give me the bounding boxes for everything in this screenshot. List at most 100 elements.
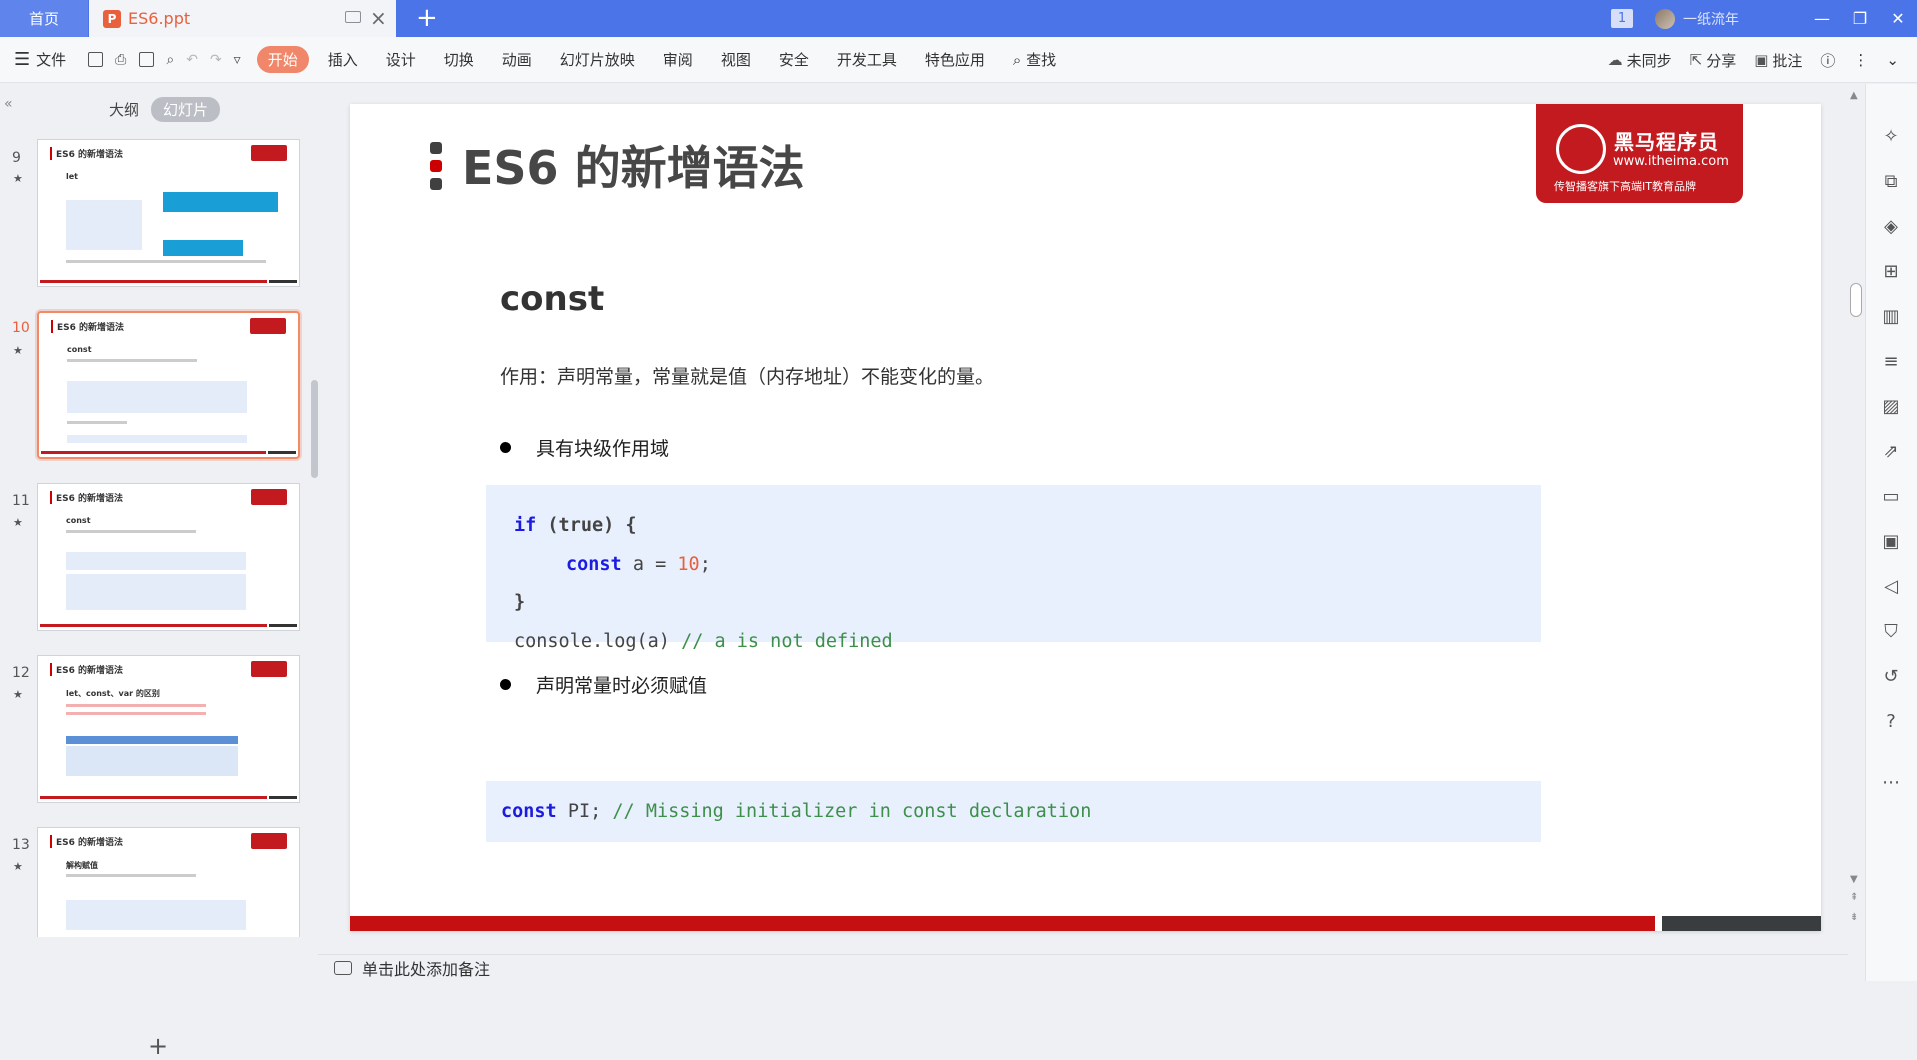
tab-developer[interactable]: 开发工具 (837, 49, 897, 70)
find-button[interactable]: ⌕ 查找 (1013, 49, 1056, 70)
slide-thumbnail-10[interactable]: ES6 的新增语法 const (37, 311, 300, 459)
minimize-button[interactable]: — (1803, 9, 1841, 28)
chevron-down-icon[interactable]: ⌄ (1886, 51, 1899, 69)
title-bar: 首页 P ES6.ppt × + 1 一纸流年 — ❐ ✕ (0, 0, 1917, 37)
slide-canvas[interactable]: ES6 的新增语法 黑马程序员 www.itheima.com 传智播客旗下高端… (350, 104, 1821, 931)
avatar[interactable] (1655, 8, 1675, 29)
archive-icon[interactable]: ▭ (1880, 486, 1902, 508)
bullet-item[interactable]: 具有块级作用域 (500, 434, 669, 461)
thumb-footer-bar (40, 624, 267, 627)
bullet-item[interactable]: 声明常量时必须赋值 (500, 671, 707, 698)
print-icon[interactable] (139, 52, 155, 67)
slide-number: 10 (12, 320, 30, 336)
new-tab-button[interactable]: + (416, 3, 438, 33)
panel-scrollbar[interactable] (311, 380, 318, 478)
description-text[interactable]: 作用：声明常量，常量就是值（内存地址）不能变化的量。 (500, 362, 994, 389)
scroll-thumb[interactable] (1850, 283, 1862, 317)
tab-features[interactable]: 特色应用 (925, 49, 985, 70)
scroll-up-icon[interactable]: ▲ (1850, 90, 1858, 101)
redo-icon[interactable]: ↷ (210, 52, 222, 68)
more-dots-icon[interactable]: ⋯ (1880, 772, 1902, 794)
thumb-diagram (163, 240, 243, 256)
settings-sliders-icon[interactable]: ≡ (1880, 351, 1902, 373)
tab-insert[interactable]: 插入 (328, 49, 358, 70)
close-tab-icon[interactable]: × (370, 6, 387, 30)
share-button[interactable]: ⇱ 分享 (1690, 50, 1737, 71)
username[interactable]: 一纸流年 (1683, 9, 1739, 29)
thumb-footer-bar (269, 796, 297, 799)
thumb-footer-bar (41, 451, 266, 454)
tab-outline[interactable]: 大纲 (97, 97, 151, 122)
tab-transition[interactable]: 切换 (444, 49, 474, 70)
export-icon[interactable]: ⇗ (1880, 441, 1902, 463)
restore-button[interactable]: ❐ (1841, 9, 1879, 28)
slide-title[interactable]: ES6 的新增语法 (462, 132, 805, 198)
slide-thumbnail-12[interactable]: ES6 的新增语法 let、const、var 的区别 (37, 655, 300, 803)
section-title[interactable]: const (500, 279, 604, 319)
thumb-code-block (66, 900, 246, 930)
titlebar-right: 1 一纸流年 — ❐ ✕ (1611, 0, 1917, 37)
code-line: const a = 10; (566, 553, 711, 575)
thumb-title: ES6 的新增语法 (50, 663, 123, 676)
shield-icon[interactable]: ⛉ (1880, 621, 1902, 643)
image-library-icon[interactable]: ▨ (1880, 396, 1902, 418)
print-preview-icon[interactable]: ⎙ (115, 52, 126, 68)
thumb-code-block (67, 381, 247, 413)
slide-thumbnail-13[interactable]: ES6 的新增语法 解构赋值 (37, 827, 300, 937)
sync-button[interactable]: ☁ 未同步 (1608, 50, 1672, 71)
page-badge[interactable]: 1 (1611, 9, 1633, 28)
layers-icon[interactable]: ◈ (1880, 216, 1902, 238)
code-block[interactable]: const PI; // Missing initializer in cons… (486, 781, 1541, 842)
bullet-dot (500, 679, 511, 690)
help-circle-icon[interactable]: ? (1880, 711, 1902, 733)
undo-icon[interactable]: ↶ (186, 52, 198, 68)
file-menu[interactable]: ☰ 文件 (14, 49, 66, 70)
star-icon: ★ (13, 172, 23, 185)
close-window-button[interactable]: ✕ (1879, 9, 1917, 28)
help-icon[interactable]: ⓘ (1820, 50, 1835, 71)
history-icon[interactable]: ↺ (1880, 666, 1902, 688)
comment-button[interactable]: ▣ 批注 (1754, 50, 1802, 71)
tab-review[interactable]: 审阅 (663, 49, 693, 70)
notes-placeholder[interactable]: 单击此处添加备注 (362, 956, 490, 980)
scroll-down-icon[interactable]: ▼ (1850, 874, 1858, 885)
next-page-icon[interactable]: ⇟ (1850, 912, 1858, 923)
save-icon[interactable] (88, 52, 104, 67)
right-sidebar: ✧ ⧉ ◈ ⊞ ▥ ≡ ▨ ⇗ ▭ ▣ ◁ ⛉ ↺ ? ⋯ (1865, 84, 1917, 981)
prev-page-icon[interactable]: ⇞ (1850, 892, 1858, 903)
window-icon[interactable] (345, 11, 361, 23)
preview-icon[interactable]: ⌕ (166, 52, 174, 68)
tab-security[interactable]: 安全 (779, 49, 809, 70)
star-icon: ★ (13, 688, 23, 701)
notes-bar[interactable]: 单击此处添加备注 (318, 954, 1848, 981)
comment-icon: ▣ (1754, 51, 1769, 69)
thumb-text-line (66, 260, 266, 263)
more-icon[interactable]: ⋮ (1853, 51, 1868, 69)
tab-home[interactable]: 首页 (0, 0, 88, 37)
tab-design[interactable]: 设计 (386, 49, 416, 70)
tab-document[interactable]: P ES6.ppt × (89, 0, 396, 37)
collapse-panel-icon[interactable]: « (4, 96, 13, 112)
chart-icon[interactable]: ▥ (1880, 306, 1902, 328)
tab-view[interactable]: 视图 (721, 49, 751, 70)
thumb-footer-bar (40, 280, 267, 283)
audio-icon[interactable]: ◁ (1880, 576, 1902, 598)
code-block[interactable]: if (true) { const a = 10; } console.log(… (486, 485, 1541, 652)
add-slide-button[interactable]: + (148, 1034, 168, 1058)
magic-icon[interactable]: ✧ (1880, 126, 1902, 148)
grid-icon[interactable]: ⊞ (1880, 261, 1902, 283)
tab-slideshow[interactable]: 幻灯片放映 (560, 49, 635, 70)
picture-icon[interactable]: ▣ (1880, 531, 1902, 553)
thumb-table-body (66, 746, 238, 776)
slide-scrollbar[interactable]: ▲ ▼ ⇞ ⇟ (1848, 84, 1864, 954)
tab-animation[interactable]: 动画 (502, 49, 532, 70)
slide-thumbnail-11[interactable]: ES6 的新增语法 const (37, 483, 300, 631)
tab-slides[interactable]: 幻灯片 (151, 97, 221, 122)
title-marker (430, 142, 442, 196)
slide-thumbnail-9[interactable]: ES6 的新增语法 let (37, 139, 300, 287)
slides-library-icon[interactable]: ⧉ (1880, 171, 1902, 193)
thumb-text-line (66, 874, 196, 877)
quick-access-dropdown-icon[interactable]: ▿ (234, 52, 241, 68)
tab-home-ribbon[interactable]: 开始 (256, 46, 309, 73)
thumb-text-line (67, 359, 197, 362)
